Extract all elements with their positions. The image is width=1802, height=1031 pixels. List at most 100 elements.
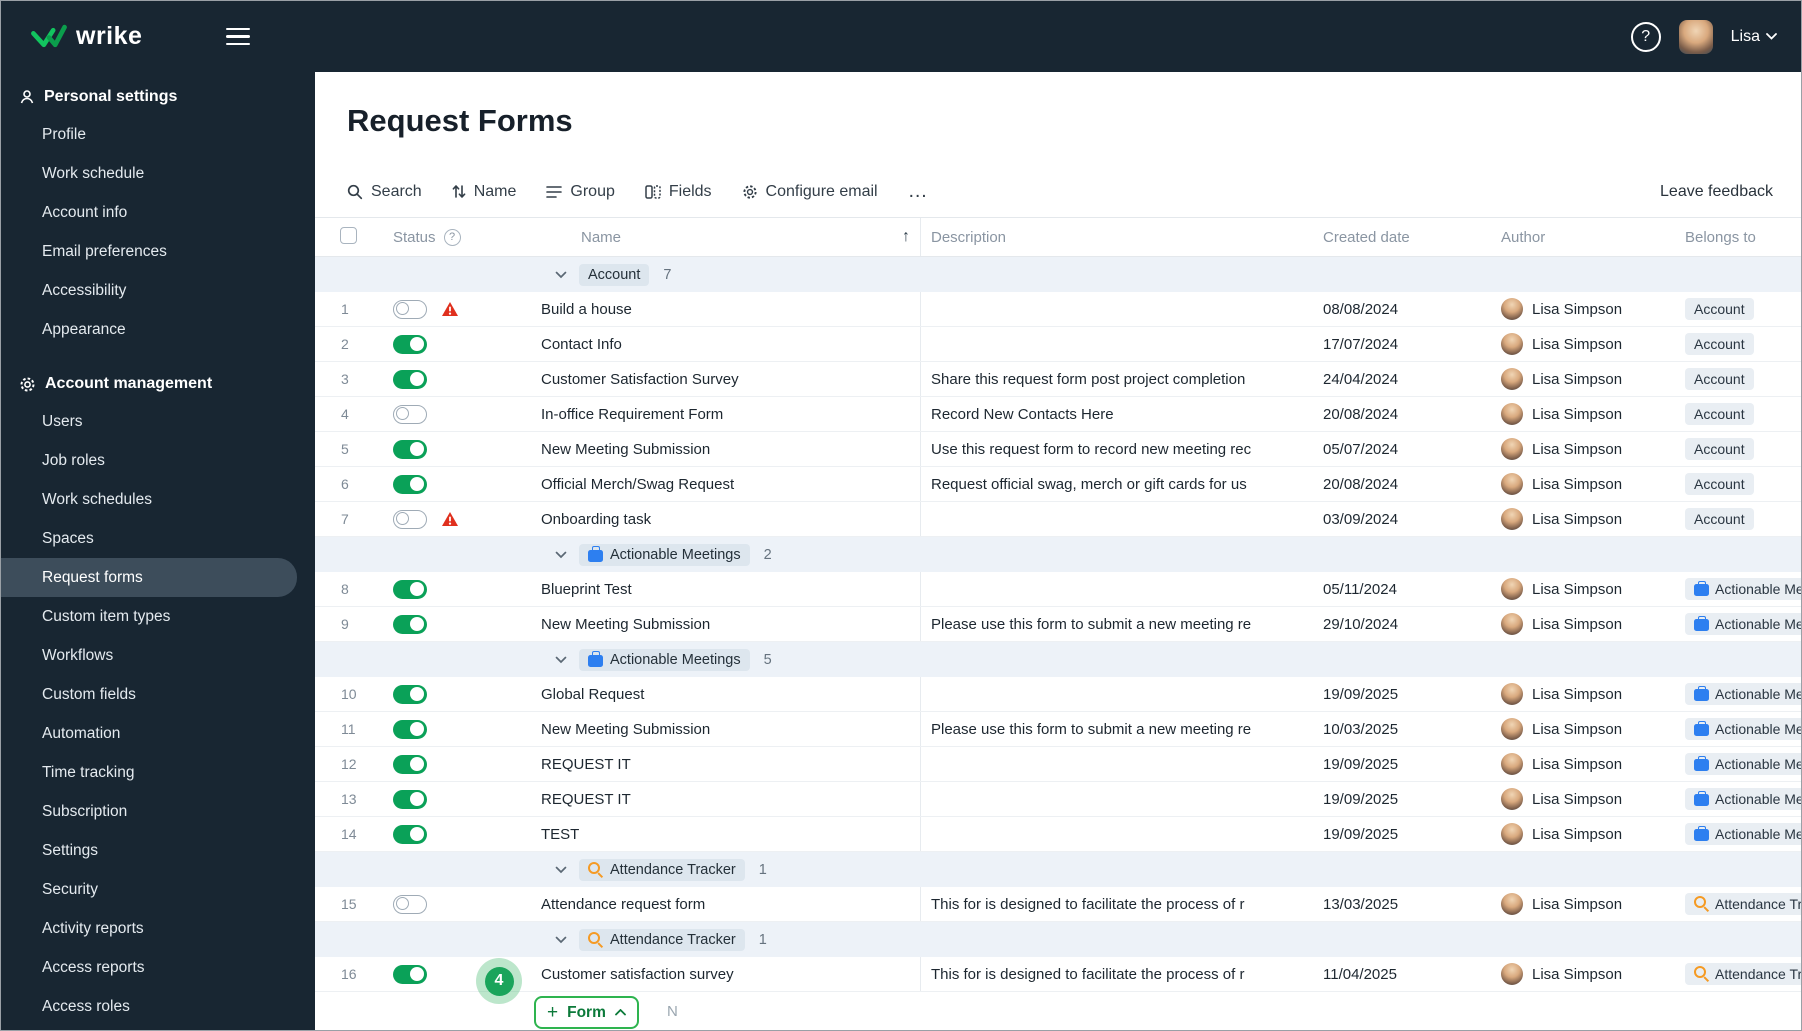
menu-icon[interactable] [226, 27, 251, 46]
sidebar-item-access-roles[interactable]: Access roles [1, 987, 297, 1026]
group-button[interactable]: Group [546, 183, 615, 201]
status-toggle[interactable] [393, 719, 427, 739]
form-name[interactable]: Attendance request form [541, 896, 705, 913]
sidebar-item-subscription[interactable]: Subscription [1, 792, 297, 831]
belongs-to-tag[interactable]: Actionable Meetings [1685, 718, 1801, 740]
sidebar-item-activity-reports[interactable]: Activity reports [1, 909, 297, 948]
table-row[interactable]: 14 TEST 19/09/2025 Lisa Simpson Actionab… [315, 817, 1801, 852]
sidebar-item-work-schedule[interactable]: Work schedule [1, 154, 297, 193]
belongs-to-tag[interactable]: Actionable Meetings [1685, 613, 1801, 635]
status-toggle[interactable] [393, 894, 427, 914]
status-toggle[interactable] [393, 579, 427, 599]
sidebar-item-email-preferences[interactable]: Email preferences [1, 232, 297, 271]
user-avatar[interactable] [1678, 19, 1713, 54]
sidebar-item-profile[interactable]: Profile [1, 115, 297, 154]
fields-button[interactable]: Fields [645, 183, 712, 201]
belongs-to-tag[interactable]: Actionable Meetings [1685, 823, 1801, 845]
form-name[interactable]: New Meeting Submission [541, 616, 710, 633]
status-toggle[interactable] [393, 369, 427, 389]
status-toggle[interactable] [393, 824, 427, 844]
status-toggle[interactable] [393, 334, 427, 354]
table-row[interactable]: 11 New Meeting Submission Please use thi… [315, 712, 1801, 747]
belongs-to-tag[interactable]: Account [1685, 403, 1754, 425]
form-name[interactable]: Official Merch/Swag Request [541, 476, 734, 493]
sidebar-item-work-schedules[interactable]: Work schedules [1, 480, 297, 519]
sidebar-item-request-forms[interactable]: Request forms [1, 558, 297, 597]
sidebar-item-security[interactable]: Security [1, 870, 297, 909]
table-row[interactable]: 9 New Meeting Submission Please use this… [315, 607, 1801, 642]
status-toggle[interactable] [393, 439, 427, 459]
sort-ascending-icon[interactable]: ↑ [902, 228, 910, 246]
form-name[interactable]: Global Request [541, 686, 644, 703]
form-name[interactable]: Build a house [541, 301, 632, 318]
sidebar-item-spaces[interactable]: Spaces [1, 519, 297, 558]
status-toggle[interactable] [393, 789, 427, 809]
sidebar-item-workflows[interactable]: Workflows [1, 636, 297, 675]
table-row[interactable]: 1 Build a house 08/08/2024 Lisa Simpson … [315, 292, 1801, 327]
table-row[interactable]: 10 Global Request 19/09/2025 Lisa Simpso… [315, 677, 1801, 712]
group-space-pill[interactable]: Attendance Tracker [579, 858, 745, 881]
belongs-to-tag[interactable]: Actionable Meetings [1685, 683, 1801, 705]
table-row[interactable]: 15 Attendance request form This for is d… [315, 887, 1801, 922]
more-options-button[interactable]: … [908, 180, 930, 203]
belongs-to-tag[interactable]: Account [1685, 368, 1754, 390]
status-toggle[interactable] [393, 754, 427, 774]
leave-feedback-link[interactable]: Leave feedback [1660, 183, 1773, 201]
table-row[interactable]: 4 In-office Requirement Form Record New … [315, 397, 1801, 432]
table-row[interactable]: 8 Blueprint Test 05/11/2024 Lisa Simpson… [315, 572, 1801, 607]
form-name[interactable]: New Meeting Submission [541, 721, 710, 738]
belongs-to-tag[interactable]: Actionable Meetings [1685, 753, 1801, 775]
sidebar-item-access-reports[interactable]: Access reports [1, 948, 297, 987]
group-collapse-chevron-icon[interactable] [555, 551, 567, 559]
sort-button[interactable]: Name [452, 183, 516, 201]
configure-email-button[interactable]: Configure email [742, 183, 878, 201]
status-help-icon[interactable]: ? [443, 228, 461, 246]
belongs-to-tag[interactable]: Account [1685, 473, 1754, 495]
form-name[interactable]: New Meeting Submission [541, 441, 710, 458]
status-toggle[interactable] [393, 964, 427, 984]
group-collapse-chevron-icon[interactable] [555, 936, 567, 944]
group-space-pill[interactable]: Actionable Meetings [579, 543, 750, 566]
table-row[interactable]: 5 New Meeting Submission Use this reques… [315, 432, 1801, 467]
form-name[interactable]: Contact Info [541, 336, 622, 353]
belongs-to-tag[interactable]: Attendance Tracker [1685, 962, 1801, 985]
belongs-to-tag[interactable]: Account [1685, 438, 1754, 460]
form-name[interactable]: Onboarding task [541, 511, 651, 528]
group-collapse-chevron-icon[interactable] [555, 271, 567, 279]
group-space-pill[interactable]: Attendance Tracker [579, 928, 745, 951]
form-name[interactable]: Customer satisfaction survey [541, 966, 734, 983]
belongs-to-tag[interactable]: Actionable Meetings [1685, 578, 1801, 600]
search-button[interactable]: Search [347, 183, 422, 201]
sidebar-item-settings[interactable]: Settings [1, 831, 297, 870]
table-row[interactable]: 6 Official Merch/Swag Request Request of… [315, 467, 1801, 502]
sidebar-item-job-roles[interactable]: Job roles [1, 441, 297, 480]
belongs-to-tag[interactable]: Account [1685, 298, 1754, 320]
status-toggle[interactable] [393, 684, 427, 704]
select-all-checkbox[interactable] [340, 226, 357, 244]
sidebar-item-custom-item-types[interactable]: Custom item types [1, 597, 297, 636]
table-row[interactable]: 16 Customer satisfaction survey This for… [315, 957, 1801, 992]
belongs-to-tag[interactable]: Account [1685, 508, 1754, 530]
sidebar-item-time-tracking[interactable]: Time tracking [1, 753, 297, 792]
status-toggle[interactable] [393, 404, 427, 424]
form-name[interactable]: REQUEST IT [541, 756, 631, 773]
belongs-to-tag[interactable]: Attendance Tracker [1685, 892, 1801, 915]
status-toggle[interactable] [393, 299, 427, 319]
table-row[interactable]: 7 Onboarding task 03/09/2024 Lisa Simpso… [315, 502, 1801, 537]
add-form-button[interactable]: + Form [534, 996, 639, 1029]
sidebar-item-custom-fields[interactable]: Custom fields [1, 675, 297, 714]
belongs-to-tag[interactable]: Actionable Meetings [1685, 788, 1801, 810]
sidebar-item-accessibility[interactable]: Accessibility [1, 271, 297, 310]
table-row[interactable]: 2 Contact Info 17/07/2024 Lisa Simpson A… [315, 327, 1801, 362]
group-collapse-chevron-icon[interactable] [555, 866, 567, 874]
group-collapse-chevron-icon[interactable] [555, 656, 567, 664]
form-name[interactable]: REQUEST IT [541, 791, 631, 808]
sidebar-item-automation[interactable]: Automation [1, 714, 297, 753]
form-name[interactable]: In-office Requirement Form [541, 406, 723, 423]
group-space-pill[interactable]: Account [579, 263, 650, 286]
status-toggle[interactable] [393, 509, 427, 529]
form-name[interactable]: Blueprint Test [541, 581, 632, 598]
status-toggle[interactable] [393, 474, 427, 494]
belongs-to-tag[interactable]: Account [1685, 333, 1754, 355]
sidebar-item-users[interactable]: Users [1, 402, 297, 441]
